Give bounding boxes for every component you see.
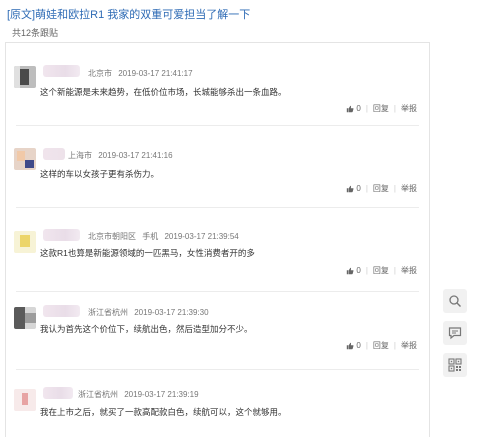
location: 上海市 [68,151,92,160]
reply-count: 共12条跟贴 [12,28,59,38]
avatar[interactable] [14,231,36,253]
thumb-up-icon [347,267,354,274]
location: 浙江省杭州 [78,390,118,399]
report-button[interactable]: 举报 [401,103,417,114]
location: 浙江省杭州 [88,308,128,317]
comment-item: 上海市 2019-03-17 21:41:16 这样的车以女孩子更有杀伤力。 0… [6,126,429,208]
thumb-up-icon [347,185,354,192]
like-count: 0 [356,266,361,275]
location: 北京市 [88,69,112,78]
timestamp: 2019-03-17 21:41:17 [118,69,193,78]
like-count: 0 [356,184,361,193]
comment-text: 这个新能源是未来趋势，在低价位市场，长城能够杀出一条血路。 [40,87,287,97]
reply-button[interactable]: 回复 [373,103,389,114]
qrcode-button[interactable] [443,353,467,377]
username-blurred[interactable] [43,148,65,160]
thumb-up-icon [347,105,354,112]
like-button[interactable]: 0 [346,104,361,113]
report-button[interactable]: 举报 [401,340,417,351]
comment-meta: 上海市 2019-03-17 21:41:16 [68,150,177,161]
like-count: 0 [356,341,361,350]
timestamp: 2019-03-17 21:41:16 [98,151,173,160]
comment-item: 北京市朝阳区 手机 2019-03-17 21:39:54 这款R1也算是新能源… [6,208,429,290]
comment-text: 我在上市之后，就买了一款高配款白色，续航可以，这个就够用。 [40,407,287,417]
comment-meta: 浙江省杭州 2019-03-17 21:39:30 [88,307,213,318]
comment-item: 浙江省杭州 2019-03-17 21:39:30 我认为首先这个价位下，续航出… [6,292,429,374]
comment-meta: 北京市 2019-03-17 21:41:17 [88,68,197,79]
comment-icon [448,327,462,340]
thread-title-row: [原文]萌娃和欧拉R1 我家的双重可爱担当了解一下 [7,6,250,22]
comment-meta: 浙江省杭州 2019-03-17 21:39:19 [78,389,203,400]
like-button[interactable]: 0 [346,341,361,350]
comment-text: 这款R1也算是新能源领域的一匹黑马，女性消费者开的多 [40,248,255,258]
avatar[interactable] [14,307,36,329]
comment-item: 北京市 2019-03-17 21:41:17 这个新能源是未来趋势，在低价位市… [6,43,429,125]
comment-actions: 0 | 回复 | 举报 [346,340,417,351]
username-blurred[interactable] [43,305,80,317]
comment-text: 这样的车以女孩子更有杀伤力。 [40,169,160,179]
comment-actions: 0 | 回复 | 举报 [346,265,417,276]
location: 北京市朝阳区 [88,232,136,241]
avatar[interactable] [14,389,36,411]
search-comment-button[interactable] [443,289,467,313]
report-button[interactable]: 举报 [401,265,417,276]
avatar[interactable] [14,148,36,170]
device: 手机 [142,232,159,241]
like-count: 0 [356,104,361,113]
comment-text: 我认为首先这个价位下，续航出色，然后造型加分不少。 [40,324,253,334]
timestamp: 2019-03-17 21:39:30 [134,308,209,317]
comment-item: 浙江省杭州 2019-03-17 21:39:19 我在上市之后，就买了一款高配… [6,370,429,437]
like-button[interactable]: 0 [346,266,361,275]
original-link[interactable]: [原文] [7,9,35,21]
comment-meta: 北京市朝阳区 手机 2019-03-17 21:39:54 [88,231,243,242]
qrcode-icon [448,358,462,372]
username-blurred[interactable] [43,65,80,77]
comment-list: 北京市 2019-03-17 21:41:17 这个新能源是未来趋势，在低价位市… [5,42,430,437]
like-button[interactable]: 0 [346,184,361,193]
comment-button[interactable] [443,321,467,345]
comment-actions: 0 | 回复 | 举报 [346,183,417,194]
report-button[interactable]: 举报 [401,183,417,194]
reply-button[interactable]: 回复 [373,340,389,351]
timestamp: 2019-03-17 21:39:19 [124,390,199,399]
timestamp: 2019-03-17 21:39:54 [164,232,239,241]
username-blurred[interactable] [43,387,73,399]
username-blurred[interactable] [43,229,80,241]
search-comment-icon [449,295,461,307]
thumb-up-icon [347,342,354,349]
reply-button[interactable]: 回复 [373,183,389,194]
thread-title[interactable]: 萌娃和欧拉R1 我家的双重可爱担当了解一下 [35,9,250,21]
comment-actions: 0 | 回复 | 举报 [346,103,417,114]
reply-button[interactable]: 回复 [373,265,389,276]
avatar[interactable] [14,66,36,88]
